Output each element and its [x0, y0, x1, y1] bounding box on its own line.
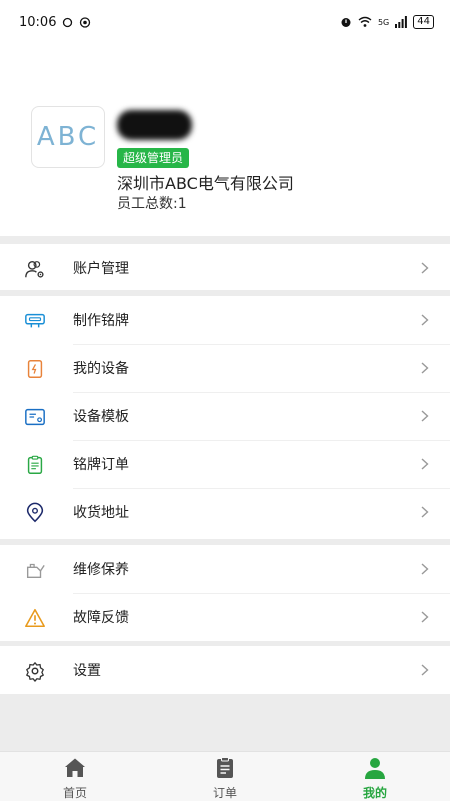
status-bar: 10:06 5G 44: [0, 0, 450, 44]
menu-item-account[interactable]: 账户管理: [0, 244, 450, 292]
battery-indicator: 44: [413, 15, 434, 29]
chevron-right-icon: [421, 611, 429, 623]
location-pin-icon: [24, 502, 46, 524]
menu-label: 收货地址: [73, 505, 129, 521]
menu-label: 维修保养: [73, 562, 129, 578]
menu-label: 设置: [73, 663, 101, 679]
company-logo[interactable]: ABC: [31, 106, 105, 168]
chevron-right-icon: [421, 410, 429, 422]
device-group: 制作铭牌 我的设备 设备模板 铭牌订单 收货地址: [0, 296, 450, 536]
tab-home[interactable]: 首页: [0, 752, 150, 801]
oil-can-icon: [24, 559, 46, 581]
menu-label: 故障反馈: [73, 610, 129, 626]
wifi-icon: [358, 16, 372, 27]
chevron-right-icon: [421, 362, 429, 374]
warning-icon: [24, 607, 46, 629]
eye-status-icon: [80, 16, 91, 28]
menu-label: 我的设备: [73, 361, 129, 377]
alarm-icon: [341, 18, 351, 27]
page-background: [0, 694, 450, 751]
chevron-right-icon: [421, 262, 429, 274]
user-name-redacted: [117, 110, 192, 140]
circle-status-icon: [63, 17, 73, 27]
tab-label: 我的: [362, 786, 387, 800]
role-badge: 超级管理员: [117, 148, 190, 168]
users-gear-icon: [24, 258, 46, 280]
user-icon: [365, 758, 385, 779]
menu-label: 账户管理: [73, 261, 129, 277]
menu-label: 制作铭牌: [73, 313, 129, 329]
tab-label: 首页: [62, 786, 87, 800]
account-group: 账户管理: [0, 244, 450, 292]
clipboard-icon: [24, 454, 46, 476]
menu-item-device-template[interactable]: 设备模板: [0, 392, 450, 440]
menu-item-fault-feedback[interactable]: 故障反馈: [0, 593, 450, 641]
template-icon: [24, 406, 46, 428]
bottom-tab-bar: 首页 订单 我的: [0, 751, 450, 801]
signal-icon: [395, 16, 408, 28]
chevron-right-icon: [421, 664, 429, 676]
menu-item-my-devices[interactable]: 我的设备: [0, 344, 450, 392]
home-icon: [65, 758, 85, 777]
tab-orders[interactable]: 订单: [150, 752, 300, 801]
device-icon: [24, 358, 46, 380]
chevron-right-icon: [421, 458, 429, 470]
orders-icon: [217, 757, 233, 778]
settings-group: 设置: [0, 646, 450, 694]
nameplate-icon: [24, 310, 46, 332]
service-group: 维修保养 故障反馈: [0, 545, 450, 641]
section-divider: [0, 236, 450, 244]
staff-count: 员工总数:1: [117, 196, 187, 212]
menu-item-settings[interactable]: 设置: [0, 646, 450, 694]
status-time: 10:06: [19, 14, 57, 30]
tab-mine[interactable]: 我的: [300, 752, 450, 801]
menu-item-make-nameplate[interactable]: 制作铭牌: [0, 296, 450, 344]
menu-item-nameplate-orders[interactable]: 铭牌订单: [0, 440, 450, 488]
menu-item-maintenance[interactable]: 维修保养: [0, 545, 450, 593]
company-name: 深圳市ABC电气有限公司: [117, 174, 294, 193]
menu-label: 设备模板: [73, 409, 129, 425]
gear-icon: [24, 660, 46, 682]
chevron-right-icon: [421, 506, 429, 518]
profile-header: ABC 超级管理员 深圳市ABC电气有限公司 员工总数:1: [0, 44, 450, 236]
tab-label: 订单: [212, 786, 237, 800]
network-type: 5G: [377, 17, 390, 27]
chevron-right-icon: [421, 563, 429, 575]
menu-item-shipping-address[interactable]: 收货地址: [0, 488, 450, 536]
chevron-right-icon: [421, 314, 429, 326]
menu-label: 铭牌订单: [73, 457, 129, 473]
